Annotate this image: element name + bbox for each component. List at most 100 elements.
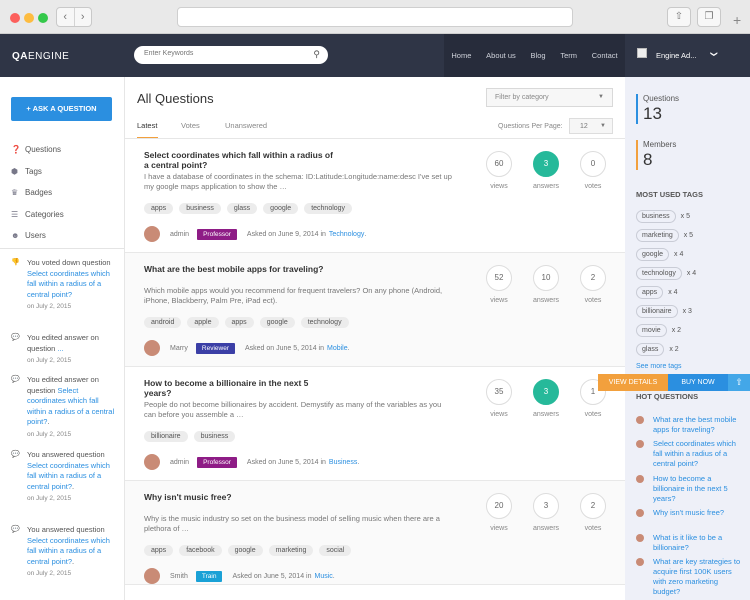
hot-question-item: Select coordinates which fall within a r…	[636, 439, 744, 469]
per-page-select[interactable]: 12 ▼	[569, 118, 613, 134]
category-link[interactable]: Music	[315, 573, 333, 580]
tag-chip[interactable]: google	[263, 203, 299, 214]
activity-link[interactable]: ...	[57, 344, 63, 353]
avatar[interactable]	[144, 340, 160, 356]
tag-chip[interactable]: business	[179, 203, 221, 214]
user-badge: Train	[195, 570, 223, 582]
tag-chip[interactable]: apps	[224, 317, 254, 328]
avatar[interactable]	[144, 226, 160, 242]
see-more-tags-link[interactable]: See more tags	[636, 363, 682, 370]
hot-question-link[interactable]: What are the best mobile apps for travel…	[653, 415, 744, 435]
tag-chip[interactable]: apps	[144, 545, 174, 556]
tag-chip[interactable]: google	[227, 545, 263, 556]
tag-chip[interactable]: business	[193, 431, 236, 442]
user-menu[interactable]: Engine Ad... ❯	[625, 34, 750, 77]
author-name[interactable]: Smith	[170, 573, 188, 580]
tag-count-item: movie x 2	[636, 324, 681, 337]
nav-blog[interactable]: Blog	[531, 51, 546, 60]
logo-rest-text: ENGINE	[28, 51, 70, 62]
question-title[interactable]: What are the best mobile apps for travel…	[144, 264, 334, 274]
tag-chip[interactable]: apple	[187, 317, 219, 328]
search-input[interactable]	[144, 50, 304, 57]
share-icon[interactable]: ⇧	[667, 7, 691, 27]
ask-question-button[interactable]: + ASK A QUESTION	[11, 97, 112, 121]
tabs-icon[interactable]: ❐	[697, 7, 721, 27]
tag-chip[interactable]: marketing	[268, 545, 314, 556]
tag-chip[interactable]: glass	[636, 343, 665, 356]
hot-question-link[interactable]: How to become a billionaire in the next …	[653, 474, 744, 504]
activity-item: 💬 You edited answer on question ... on J…	[11, 333, 119, 367]
nav-contact[interactable]: Contact	[592, 51, 618, 60]
tag-chip[interactable]: billionaire	[636, 305, 678, 318]
sidebar-item-badges[interactable]: ♛ Badges	[11, 188, 121, 197]
tag-chip[interactable]: business	[636, 210, 676, 223]
tab-unanswered[interactable]: Unanswered	[225, 121, 267, 130]
tag-chip[interactable]: glass	[226, 203, 258, 214]
activity-link[interactable]: Select coordinates which fall within a r…	[27, 536, 110, 566]
tag-chip[interactable]: technology	[300, 317, 349, 328]
users-icon: ☻	[11, 231, 20, 240]
hot-question-link[interactable]: Select coordinates which fall within a r…	[653, 439, 744, 469]
answers-label: answers	[532, 411, 560, 418]
author-name[interactable]: admin	[170, 459, 189, 466]
answers-label: answers	[532, 525, 560, 532]
tag-chip[interactable]: marketing	[636, 229, 679, 242]
tag-chip[interactable]: social	[319, 545, 352, 556]
trophy-icon: ♛	[11, 188, 19, 197]
category-link[interactable]: Business	[329, 459, 357, 466]
tag-chip[interactable]: technology	[304, 203, 353, 214]
buy-now-button[interactable]: BUY NOW	[668, 374, 728, 391]
tag-chip[interactable]: movie	[636, 324, 667, 337]
hot-question-link[interactable]: What are key strategies to acquire first…	[653, 557, 744, 597]
hot-question-link[interactable]: What is it like to be a billionaire?	[653, 533, 744, 553]
view-details-button[interactable]: VIEW DETAILS	[598, 374, 668, 391]
avatar[interactable]	[144, 568, 160, 584]
tag-chip[interactable]: google	[636, 248, 670, 261]
minimize-window-icon[interactable]	[24, 13, 34, 23]
hot-question-link[interactable]: Why isn't music free?	[653, 508, 744, 518]
tag-chip[interactable]: android	[144, 317, 182, 328]
views-count: 20	[486, 493, 512, 519]
tab-votes[interactable]: Votes	[181, 121, 200, 130]
tag-chip[interactable]: google	[259, 317, 295, 328]
address-bar[interactable]	[177, 7, 573, 27]
views-stat: 60 views	[486, 151, 512, 190]
meta-suffix: .	[364, 230, 367, 238]
question-title[interactable]: Select coordinates which fall within a r…	[144, 150, 334, 170]
tag-chip[interactable]: technology	[636, 267, 682, 280]
nav-home[interactable]: Home	[451, 51, 471, 60]
tag-chip[interactable]: apps	[144, 203, 174, 214]
close-window-icon[interactable]	[10, 13, 20, 23]
avatar[interactable]	[144, 454, 160, 470]
sidebar-item-tags[interactable]: ⬢ Tags	[11, 167, 121, 176]
sidebar-item-users[interactable]: ☻ Users	[11, 231, 121, 240]
comments-icon: 💬	[11, 334, 20, 341]
back-icon[interactable]: ‹	[57, 8, 75, 26]
search-icon[interactable]: ⚲	[313, 49, 320, 60]
activity-link[interactable]: Select coordinates which fall within a r…	[27, 269, 110, 299]
site-logo[interactable]: QAENGINE	[12, 51, 69, 62]
tab-latest[interactable]: Latest	[137, 121, 157, 130]
author-name[interactable]: Marry	[170, 345, 188, 352]
author-name[interactable]: admin	[170, 231, 189, 238]
scroll-top-icon[interactable]: ⇧	[728, 374, 750, 391]
nav-term[interactable]: Term	[560, 51, 577, 60]
question-meta: Marry Reviewer Asked on June 5, 2014 in …	[144, 340, 350, 356]
forward-icon[interactable]: ›	[75, 8, 92, 26]
category-link[interactable]: Technology	[329, 231, 364, 238]
tag-icon: ⬢	[11, 167, 18, 176]
new-tab-icon[interactable]: +	[733, 12, 741, 28]
tag-chip[interactable]: facebook	[179, 545, 222, 556]
question-title[interactable]: How to become a billionaire in the next …	[144, 378, 334, 398]
sidebar-item-categories[interactable]: ☰ Categories	[11, 210, 121, 219]
category-filter[interactable]: Filter by category ▼	[486, 88, 613, 107]
activity-link[interactable]: Select coordinates which fall within a r…	[27, 461, 110, 491]
nav-about-us[interactable]: About us	[486, 51, 516, 60]
tag-chip[interactable]: apps	[636, 286, 664, 299]
votes-count: 2	[580, 265, 606, 291]
question-title[interactable]: Why isn't music free?	[144, 492, 334, 502]
maximize-window-icon[interactable]	[38, 13, 48, 23]
category-link[interactable]: Mobile	[327, 345, 348, 352]
sidebar-item-questions[interactable]: ❓ Questions	[11, 145, 121, 154]
tag-chip[interactable]: billionaire	[144, 431, 188, 442]
